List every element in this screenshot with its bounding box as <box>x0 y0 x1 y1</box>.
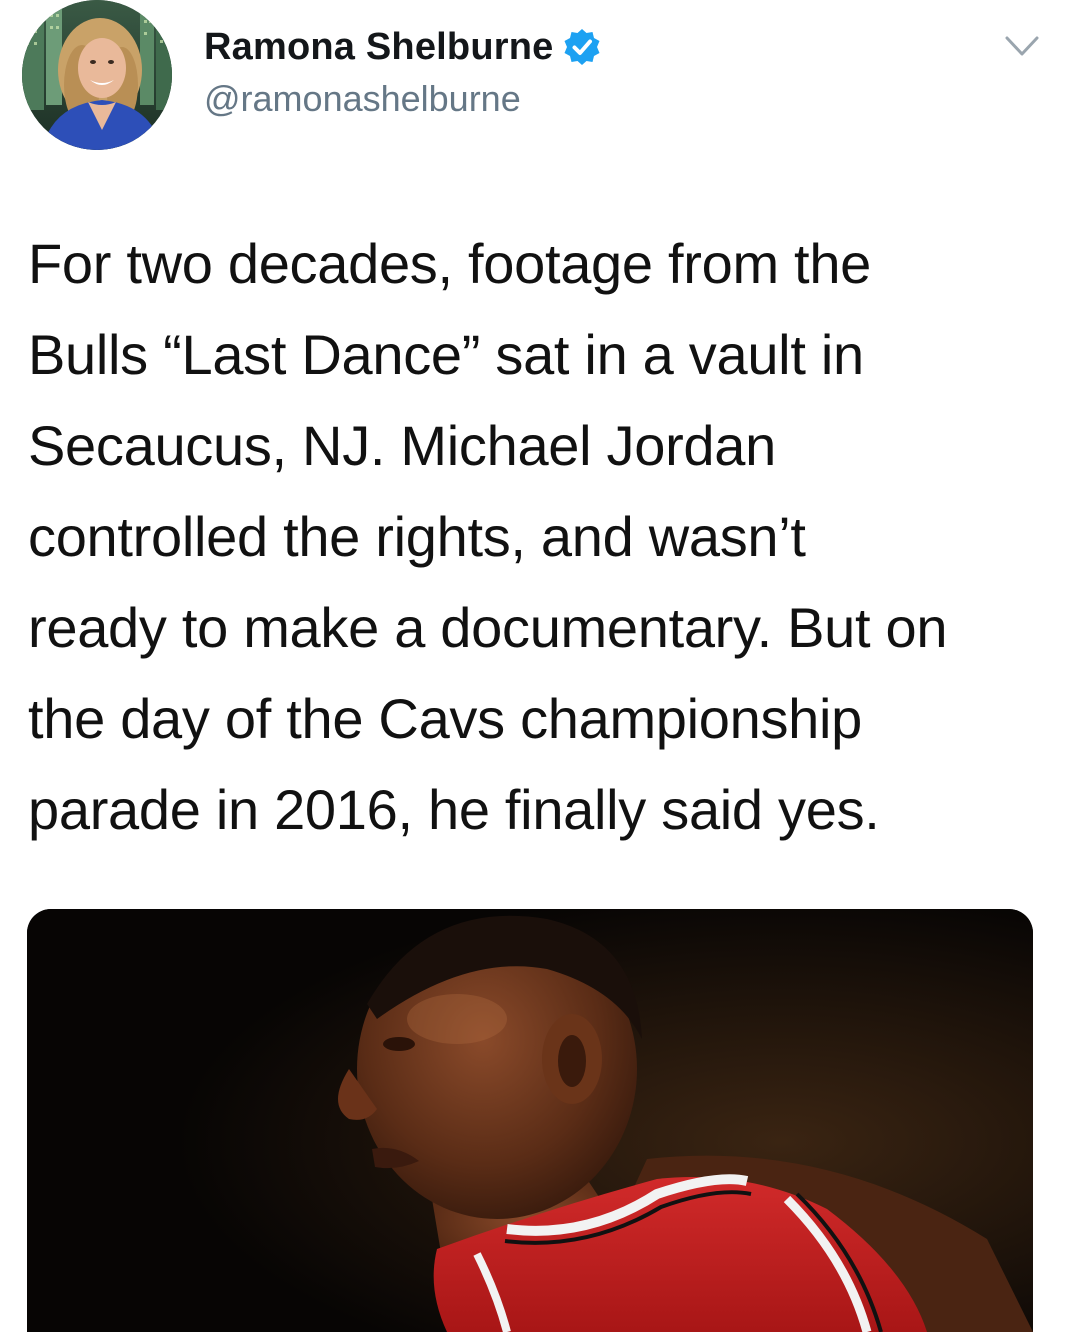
profile-photo <box>22 0 172 150</box>
tweet-text-line: ready to make a documentary. But on <box>28 596 948 659</box>
tweet-text-line: parade in 2016, he finally said yes. <box>28 778 880 841</box>
tweet-text-line: controlled the rights, and wasn’t <box>28 505 806 568</box>
tweet-text-line: the day of the Cavs championship <box>28 687 863 750</box>
tweet-text-line: Bulls “Last Dance” sat in a vault in <box>28 323 864 386</box>
basketball-player-photo <box>27 909 1033 1332</box>
tweet-text: For two decades, footage from the Bulls … <box>28 218 1058 855</box>
author-name-row: Ramona Shelburne <box>204 22 602 72</box>
author-handle[interactable]: @ramonashelburne <box>204 78 521 120</box>
chevron-down-icon[interactable] <box>1002 32 1042 62</box>
tweet-card: Ramona Shelburne @ramonashelburne For tw… <box>0 0 1080 1332</box>
tweet-media[interactable] <box>27 909 1033 1332</box>
tweet-text-line: Secaucus, NJ. Michael Jordan <box>28 414 776 477</box>
avatar[interactable] <box>22 0 172 150</box>
display-name[interactable]: Ramona Shelburne <box>204 26 554 69</box>
tweet-text-line: For two decades, footage from the <box>28 232 872 295</box>
verified-badge-icon <box>564 29 599 65</box>
